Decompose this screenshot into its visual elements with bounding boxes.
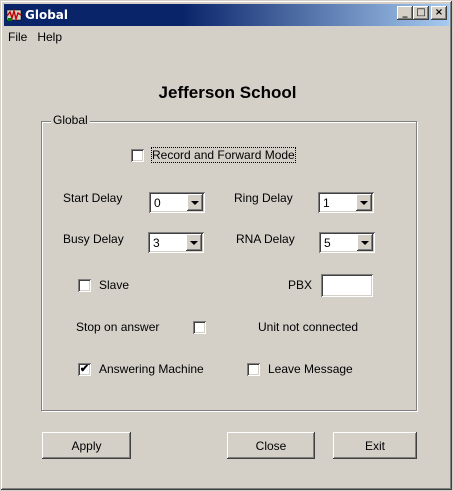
school-name: Jefferson School [158,83,297,102]
maximize-button[interactable]: □ [413,6,429,20]
leave-message-checkbox[interactable] [247,363,260,376]
leave-message-label: Leave Message [268,362,353,376]
chevron-down-icon[interactable] [186,234,202,251]
ring-delay-value: 1 [323,196,330,210]
start-delay-select[interactable]: 0 [149,192,205,213]
slave-checkbox[interactable] [78,279,91,292]
rna-delay-select[interactable]: 5 [319,232,375,253]
app-icon [6,8,22,22]
exit-button[interactable]: Exit [333,432,417,459]
stop-on-answer-label: Stop on answer [76,320,160,334]
chevron-down-icon[interactable] [187,194,203,211]
chevron-down-icon[interactable] [357,234,373,251]
maximize-icon: □ [416,7,426,18]
ring-delay-label: Ring Delay [234,191,293,205]
window-title: Global [25,8,69,22]
menu-help[interactable]: Help [37,28,68,48]
pbx-input[interactable] [321,274,373,297]
minimize-icon: _ [402,7,408,18]
minimize-button[interactable]: _ [397,6,413,20]
record-forward-checkbox[interactable] [131,149,144,162]
global-window: Global _ □ × File Help Jefferson School … [0,0,453,491]
title-bar[interactable]: Global _ □ × [4,4,449,26]
chevron-down-icon[interactable] [356,194,372,211]
rna-delay-label: RNA Delay [236,232,295,246]
apply-button[interactable]: Apply [42,432,131,459]
menu-file[interactable]: File [8,28,33,48]
pbx-label: PBX [288,278,313,292]
busy-delay-value: 3 [153,236,160,250]
checkmark-icon: ✔ [79,363,90,375]
menu-bar: File Help [4,28,68,48]
record-forward-label: Record and Forward Mode [151,147,296,163]
busy-delay-label: Busy Delay [63,232,124,246]
close-icon: × [434,7,444,18]
global-groupbox [41,121,417,411]
title-buttons: _ □ × [397,6,447,20]
start-delay-label: Start Delay [63,191,123,205]
answering-machine-checkbox[interactable]: ✔ [78,363,91,376]
answering-machine-label: Answering Machine [99,362,204,376]
ring-delay-select[interactable]: 1 [318,192,374,213]
close-window-button[interactable]: × [431,6,447,20]
start-delay-value: 0 [154,196,161,210]
groupbox-label: Global [51,113,90,127]
stop-on-answer-checkbox[interactable] [193,321,206,334]
close-button[interactable]: Close [227,432,315,459]
busy-delay-select[interactable]: 3 [148,232,204,253]
unit-status-text: Unit not connected [258,320,359,334]
rna-delay-value: 5 [324,236,331,250]
slave-label: Slave [99,278,130,292]
